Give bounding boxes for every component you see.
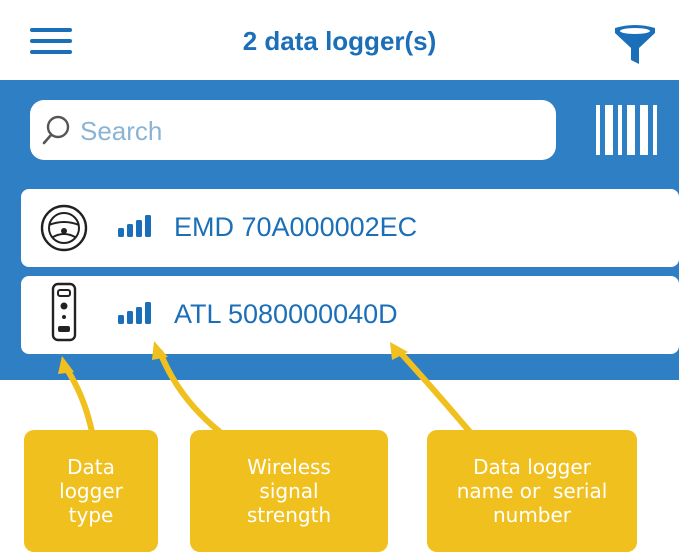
callout-line: Wireless xyxy=(247,455,331,479)
callout-logger-name: Data logger name or serial number xyxy=(427,430,637,552)
callout-line: number xyxy=(492,503,572,527)
callout-line: type xyxy=(68,503,114,527)
callout-line: name or serial xyxy=(456,479,608,503)
callout-signal-strength: Wireless signal strength xyxy=(190,430,388,552)
arrow-line xyxy=(63,365,95,435)
callout-line: Data logger xyxy=(473,455,591,479)
callout-line: Data xyxy=(67,455,115,479)
arrow-line xyxy=(395,347,473,435)
arrow-head xyxy=(152,341,168,360)
callout-line: signal xyxy=(259,479,319,503)
arrow-head xyxy=(58,356,74,374)
callout-line: strength xyxy=(246,503,332,527)
callout-logger-type: Data logger type xyxy=(24,430,158,552)
arrow-line xyxy=(157,349,223,435)
callout-line: logger xyxy=(59,479,123,503)
